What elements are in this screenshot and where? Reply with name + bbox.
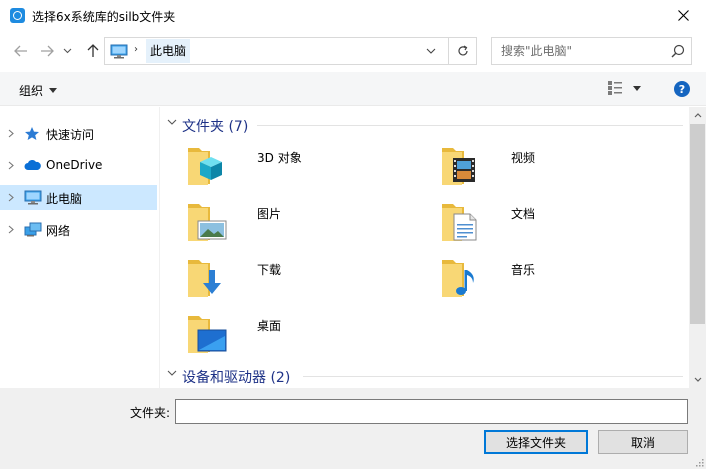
chevron-down-icon [63,48,71,54]
chevron-down-icon [426,48,436,54]
title-bar: 选择6x系统库的silb文件夹 [0,0,706,31]
nav-item-network[interactable]: 网络 [0,217,157,242]
computer-icon [110,44,128,59]
folder-label: 文档 [511,207,536,221]
chevron-down-icon[interactable] [167,119,177,125]
scroll-up-button[interactable] [689,107,706,124]
folder-item-music[interactable]: 音乐 [440,256,680,304]
file-list[interactable]: 文件夹 (7) 3D 对象 视频 图片 文档 下载 音乐 桌面 设备和驱动器 (… [161,107,689,388]
caret-down-icon [633,85,641,91]
select-folder-button[interactable]: 选择文件夹 [484,430,588,454]
close-icon [677,10,689,21]
organize-label: 组织 [19,84,44,98]
organize-menu-button[interactable]: 组织 [19,82,58,99]
scroll-thumb[interactable] [690,124,705,324]
music-folder-icon [442,260,474,297]
nav-label: 此电脑 [46,192,83,206]
chevron-right-icon[interactable] [8,193,14,202]
app-icon [10,8,25,23]
up-button[interactable] [82,40,104,62]
cancel-button[interactable]: 取消 [598,430,688,454]
back-button[interactable] [10,40,32,62]
chevron-down-icon [694,377,701,382]
search-box[interactable] [491,37,692,65]
folder-item-documents[interactable]: 文档 [440,200,680,248]
folder-item-videos[interactable]: 视频 [440,144,680,192]
arrow-left-icon [14,45,27,57]
nav-label: 快速访问 [46,128,95,142]
downloads-folder-icon [188,260,221,297]
group-divider [257,125,683,126]
arrow-right-icon [41,45,54,57]
folder-field-label: 文件夹: [130,406,171,420]
nav-label: 网络 [46,224,71,238]
folder-label: 音乐 [511,263,536,277]
3d-objects-folder-icon [188,148,222,185]
forward-button[interactable] [36,40,58,62]
caret-down-icon [49,88,58,93]
window-title: 选择6x系统库的silb文件夹 [32,10,176,24]
breadcrumb-separator-icon[interactable]: › [134,44,138,55]
recent-locations-button[interactable] [58,40,76,62]
folder-label: 视频 [511,151,536,165]
change-view-button[interactable] [607,80,641,96]
search-input[interactable] [493,39,663,63]
folder-label: 桌面 [257,319,282,333]
folder-item-desktop[interactable]: 桌面 [186,312,426,360]
folder-item-3d-objects[interactable]: 3D 对象 [186,144,426,192]
resize-grip-icon[interactable] [694,457,704,467]
folder-item-downloads[interactable]: 下载 [186,256,426,304]
documents-folder-icon [442,204,477,241]
chevron-right-icon[interactable] [8,129,14,138]
group-divider [303,376,683,377]
folder-label: 下载 [257,263,282,277]
address-bar[interactable]: › 此电脑 [104,37,477,65]
arrow-up-icon [87,44,99,57]
network-icon [24,222,42,237]
nav-item-this-pc[interactable]: 此电脑 [0,185,157,210]
scroll-down-button[interactable] [689,371,706,388]
command-bar: 组织 ? [0,72,706,106]
star-icon [25,127,39,140]
address-dropdown-button[interactable] [420,38,442,64]
search-icon[interactable] [671,44,685,58]
nav-item-quick-access[interactable]: 快速访问 [0,121,157,146]
folder-label: 图片 [257,207,282,221]
pictures-folder-icon [188,204,227,241]
group-label: 文件夹 (7) [182,119,249,135]
cloud-icon [24,159,41,170]
folder-label: 3D 对象 [257,151,302,165]
chevron-right-icon[interactable] [8,161,14,170]
group-header-devices[interactable]: 设备和驱动器 (2) [161,365,689,387]
breadcrumb-this-pc[interactable]: 此电脑 [146,39,191,63]
close-button[interactable] [660,0,706,31]
refresh-button[interactable] [448,38,476,64]
desktop-folder-icon [188,316,227,353]
chevron-up-icon [694,113,701,118]
computer-icon [24,190,42,205]
vertical-scrollbar[interactable] [689,107,706,388]
videos-folder-icon [442,148,475,185]
folder-input[interactable] [175,399,688,424]
chevron-right-icon[interactable] [8,225,14,234]
help-button[interactable]: ? [674,81,690,97]
nav-item-onedrive[interactable]: OneDrive [0,153,157,178]
view-details-icon [608,81,622,95]
refresh-icon [457,45,468,56]
group-header-folders[interactable]: 文件夹 (7) [161,114,689,136]
group-label: 设备和驱动器 (2) [182,370,291,386]
navigation-pane: 快速访问 OneDrive 此电脑 网络 [0,107,160,388]
dialog-footer: 文件夹: 选择文件夹 取消 [0,388,706,469]
chevron-down-icon[interactable] [167,370,177,376]
nav-label: OneDrive [46,158,103,172]
folder-item-pictures[interactable]: 图片 [186,200,426,248]
